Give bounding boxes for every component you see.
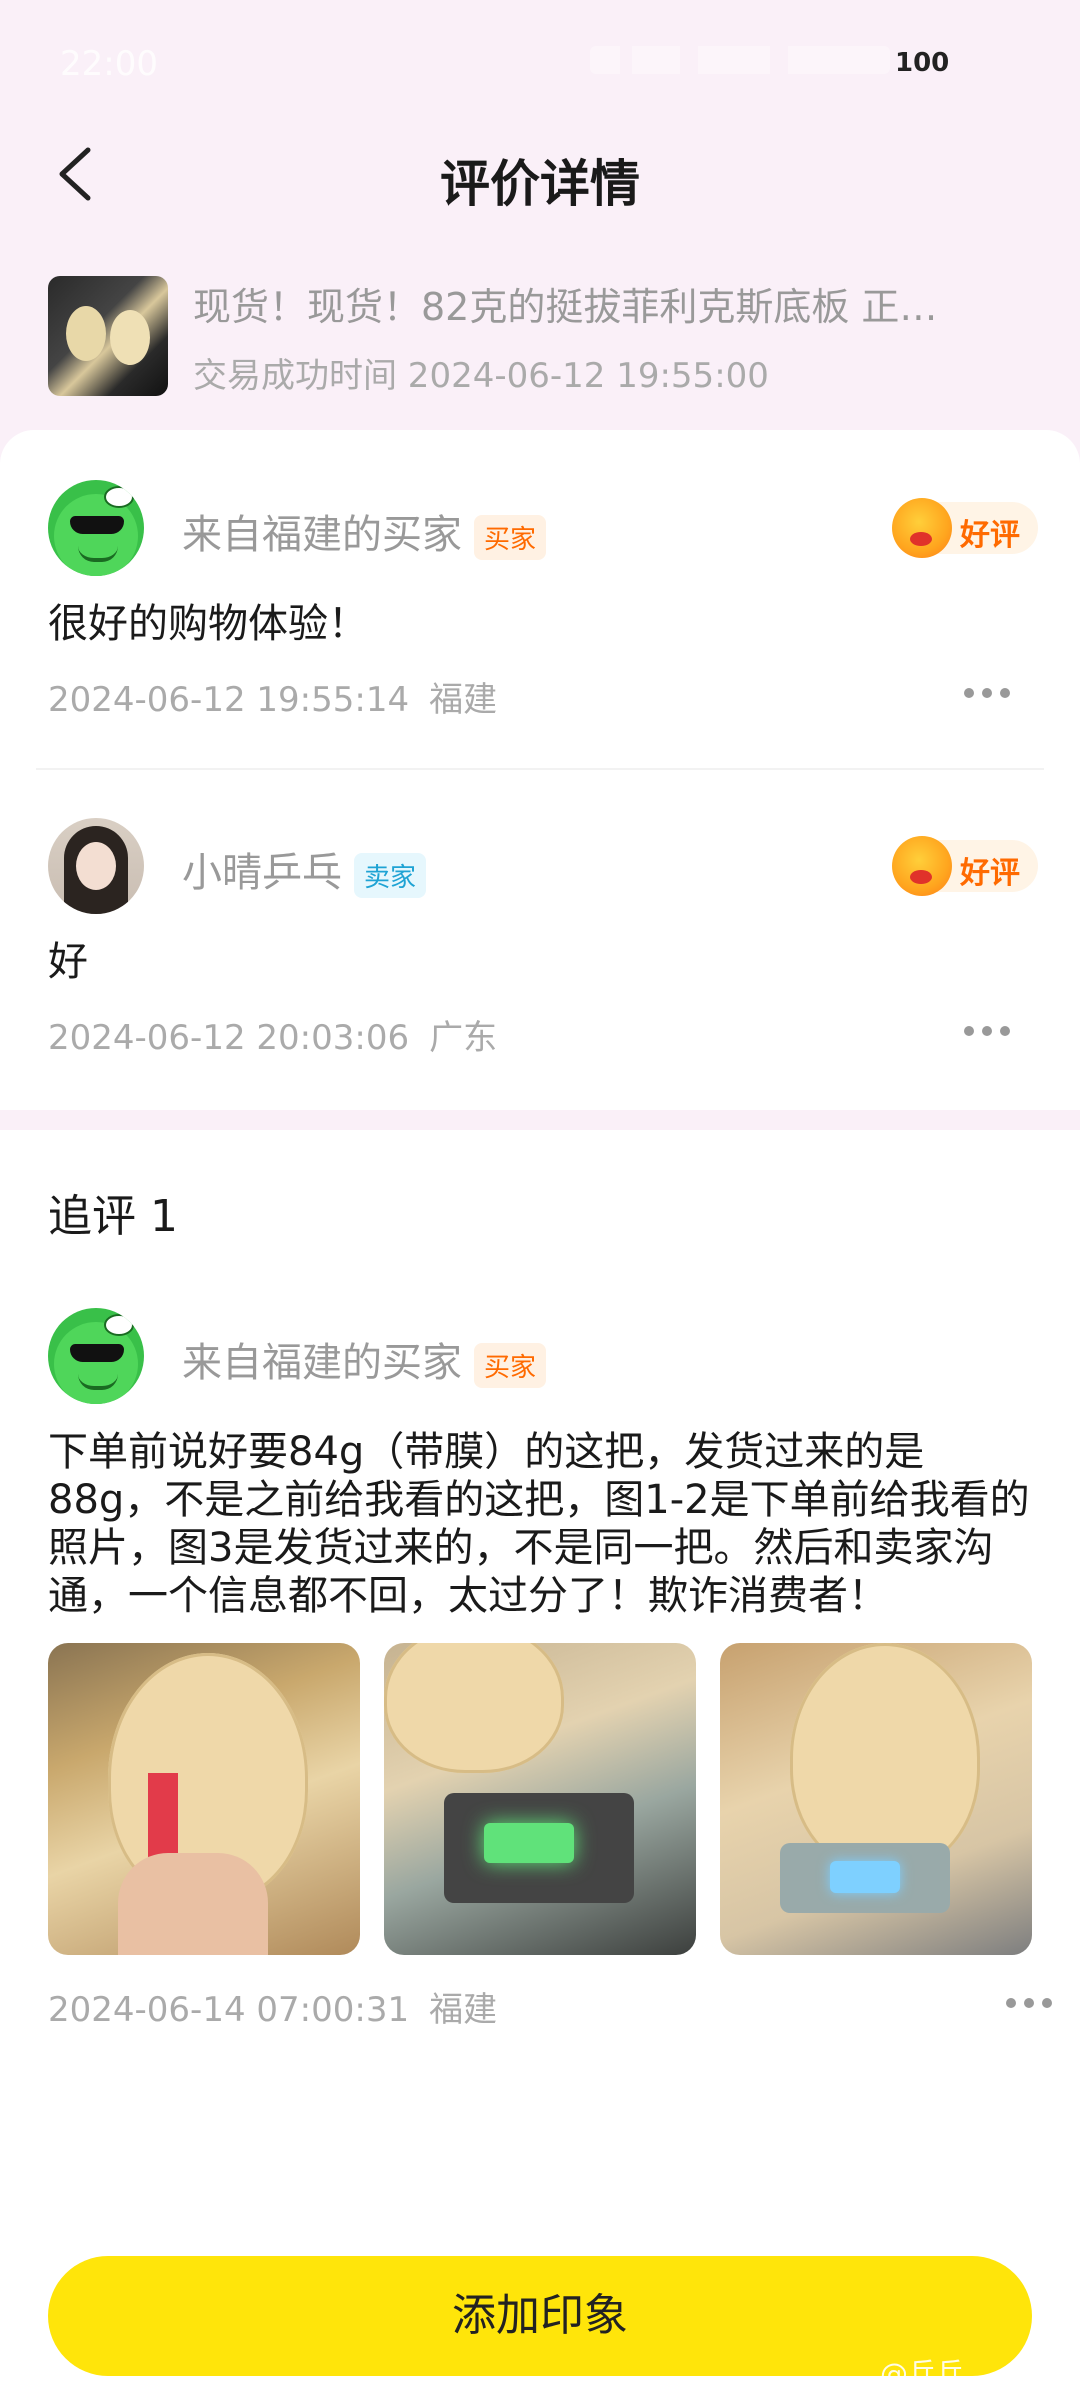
- more-options-button[interactable]: [964, 688, 1010, 700]
- role-badge: 买家: [474, 1342, 547, 1388]
- review-buyer: 来自福建的买家 买家 好评 很好的购物体验！ 2024-06-12 19:55:1…: [48, 480, 1038, 720]
- dot-icon: [1042, 1998, 1052, 2008]
- dot-icon: [1006, 1998, 1016, 2008]
- reviewer-name: 来自福建的买家 买家: [182, 502, 547, 560]
- review-photos: [48, 1643, 1048, 1955]
- review-photo[interactable]: [384, 1643, 696, 1955]
- rating-badge: 好评: [892, 836, 1038, 896]
- product-thumbnail: [48, 276, 168, 396]
- rating-text: 好评: [960, 518, 1020, 553]
- page-title: 评价详情: [440, 155, 640, 213]
- product-title: 现货！现货！82克的挺拔菲利克斯底板 正…: [193, 285, 938, 329]
- divider: [36, 768, 1044, 770]
- more-options-button[interactable]: [964, 1026, 1010, 1038]
- review-date: 2024-06-14 07:00:31: [48, 1990, 410, 2030]
- review-date: 2024-06-12 20:03:06: [48, 1018, 410, 1058]
- dot-icon: [1024, 1998, 1034, 2008]
- trade-time: 交易成功时间 2024-06-12 19:55:00: [193, 356, 769, 396]
- avatar[interactable]: [48, 480, 144, 576]
- review-photo[interactable]: [720, 1643, 1032, 1955]
- reviewer-name-text: 来自福建的买家: [182, 1340, 462, 1386]
- more-options-button[interactable]: [1006, 1998, 1052, 2010]
- nav-bar: 评价详情: [0, 120, 1080, 230]
- review-meta: 2024-06-12 20:03:06 广东: [48, 1010, 497, 1059]
- dot-icon: [1000, 1026, 1010, 1036]
- review-card: 来自福建的买家 买家 好评 很好的购物体验！ 2024-06-12 19:55:1…: [0, 430, 1080, 1110]
- watermark: @乒乓: [880, 2357, 965, 2390]
- rating-badge: 好评: [892, 498, 1038, 558]
- status-icons: [590, 46, 890, 74]
- avatar[interactable]: [48, 1308, 144, 1404]
- dot-icon: [982, 688, 992, 698]
- dot-icon: [964, 688, 974, 698]
- review-content: 很好的购物体验！: [48, 601, 368, 647]
- review-photo[interactable]: [48, 1643, 360, 1955]
- dot-icon: [982, 1026, 992, 1036]
- review-date: 2024-06-12 19:55:14: [48, 680, 410, 720]
- review-location: 福建: [429, 1990, 498, 2030]
- dot-icon: [1000, 688, 1010, 698]
- followup-header: 来自福建的买家 买家: [48, 1308, 1038, 1408]
- reviewer-name: 来自福建的买家 买家: [182, 1330, 547, 1388]
- review-location: 福建: [429, 680, 498, 720]
- rating-text: 好评: [960, 856, 1020, 891]
- status-bar: 22:00 100: [0, 0, 1080, 120]
- status-time: 22:00: [60, 44, 158, 84]
- reviewer-name: 小晴乒乓 卖家: [182, 840, 427, 898]
- product-summary[interactable]: 现货！现货！82克的挺拔菲利克斯底板 正… 交易成功时间 2024-06-12 …: [48, 274, 1038, 404]
- smile-emoji-icon: [892, 836, 952, 896]
- followup-meta: 2024-06-14 07:00:31 福建: [48, 1982, 497, 2031]
- role-badge: 买家: [474, 514, 547, 560]
- reviewer-name-text: 小晴乒乓: [182, 850, 342, 896]
- review-meta: 2024-06-12 19:55:14 福建: [48, 672, 497, 721]
- review-seller: 小晴乒乓 卖家 好评 好 2024-06-12 20:03:06 广东: [48, 818, 1038, 1058]
- review-content: 好: [48, 939, 88, 985]
- dot-icon: [964, 1026, 974, 1036]
- avatar[interactable]: [48, 818, 144, 914]
- followup-title: 追评 1: [48, 1191, 178, 1242]
- smile-emoji-icon: [892, 498, 952, 558]
- followup-content: 下单前说好要84g（带膜）的这把，发货过来的是88g，不是之前给我看的这把，图1…: [48, 1429, 1030, 1619]
- battery-level: 100: [895, 48, 950, 78]
- review-location: 广东: [429, 1018, 498, 1058]
- reviewer-name-text: 来自福建的买家: [182, 512, 462, 558]
- role-badge: 卖家: [354, 852, 427, 898]
